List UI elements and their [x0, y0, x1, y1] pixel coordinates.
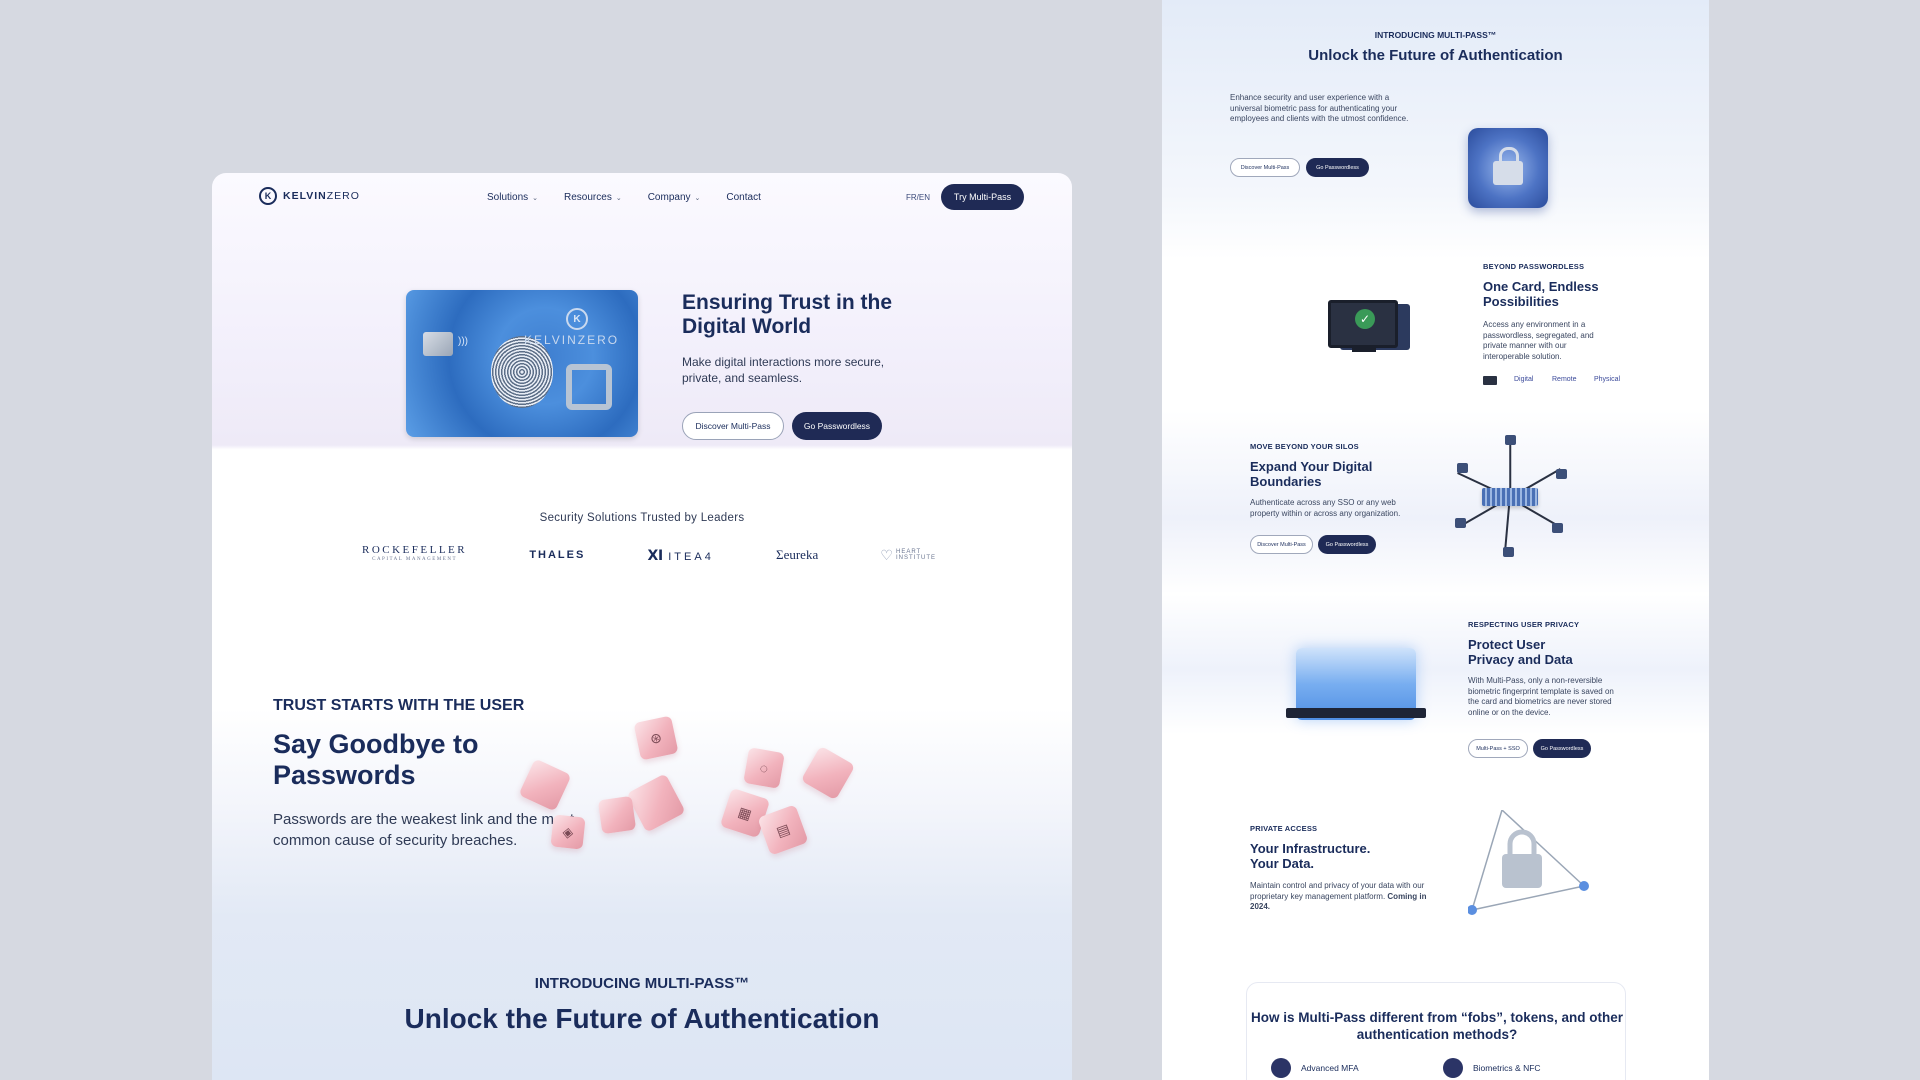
- top-nav: K KELVINZERO Solutions ⌄ Resources ⌄ Compa…: [212, 173, 1072, 223]
- faq-card: How is Multi-Pass different from “fobs”,…: [1246, 982, 1626, 1080]
- language-toggle[interactable]: FR/EN: [906, 193, 930, 202]
- go-passwordless-button[interactable]: Go Passwordless: [792, 412, 882, 440]
- cube-lock-icon: ⊛: [633, 715, 679, 761]
- rockefeller-logo: ROCKEFELLER CAPITAL MANAGEMENT: [362, 544, 468, 563]
- nav-solutions[interactable]: Solutions ⌄: [487, 192, 538, 203]
- server-node-icon: [1505, 435, 1516, 445]
- server-node-icon: [1455, 518, 1466, 528]
- s1-text: Access any environment in a passwordless…: [1483, 320, 1594, 361]
- long-page-preview: INTRODUCING MULTI-PASS™ Unlock the Futur…: [1162, 0, 1709, 1080]
- s2-kicker: MOVE BEYOND YOUR SILOS: [1250, 442, 1359, 451]
- hero-subtitle: Make digital interactions more secure, p…: [682, 355, 885, 385]
- s4-kicker: PRIVATE ACCESS: [1250, 824, 1318, 833]
- nav-links: Solutions ⌄ Resources ⌄ Company ⌄ Contact: [487, 192, 761, 203]
- card-brand: KELVINZERO: [524, 333, 620, 347]
- s3-title: Protect User Privacy and Data: [1468, 637, 1573, 667]
- faq-title: How is Multi-Pass different from “fobs”,…: [1250, 1010, 1624, 1042]
- cube-chat-icon: ◌: [743, 747, 785, 789]
- logo-light: ZERO: [326, 190, 360, 202]
- logo-bold: KELVIN: [283, 190, 327, 202]
- nav-resources[interactable]: Resources ⌄: [564, 192, 622, 203]
- server-node-icon: [1552, 523, 1563, 533]
- thales-logo: THALES: [529, 549, 586, 561]
- chevron-down-icon: ⌄: [532, 194, 539, 202]
- s4-text: Maintain control and privacy of your dat…: [1250, 881, 1427, 911]
- laptop-base: [1286, 708, 1426, 718]
- kelvinzero-logo[interactable]: K KELVINZERO: [259, 187, 360, 205]
- card-logo-icon: K: [566, 308, 588, 330]
- logo-k-icon: K: [259, 187, 277, 205]
- try-multipass-button[interactable]: Try Multi-Pass: [941, 184, 1024, 210]
- faq-item-biometrics[interactable]: Biometrics & NFC: [1443, 1058, 1541, 1078]
- s2-text: Authenticate across any SSO or any web p…: [1250, 498, 1401, 518]
- r-intro-eyebrow: INTRODUCING MULTI-PASS™: [1374, 30, 1497, 40]
- s2-passwordless-button[interactable]: Go Passwordless: [1318, 535, 1376, 554]
- s2-title: Expand Your Digital Boundaries: [1250, 459, 1373, 489]
- trust-eyebrow: TRUST STARTS WITH THE USER: [273, 697, 525, 714]
- intro-eyebrow: INTRODUCING MULTI-PASS™: [534, 975, 750, 992]
- s1-title: One Card, Endless Possibilities: [1483, 279, 1599, 309]
- hero-title: Ensuring Trust in the Digital World: [682, 291, 893, 338]
- server-node-icon: [1457, 463, 1468, 473]
- server-node-icon: [1503, 547, 1514, 557]
- s2-discover-button[interactable]: Discover Multi-Pass: [1250, 535, 1313, 554]
- nav-contact[interactable]: Contact: [726, 192, 760, 203]
- cube-shield-icon: ◈: [550, 814, 586, 850]
- passwords-title: Say Goodbye to Passwords: [273, 729, 479, 790]
- heart-institute-logo: ♡ HEART INSTITUTE: [880, 547, 936, 563]
- s3-passwordless-button[interactable]: Go Passwordless: [1533, 739, 1591, 758]
- s3-sso-button[interactable]: Multi-Pass + SSO: [1468, 739, 1528, 758]
- s4-title: Your Infrastructure. Your Data.: [1250, 841, 1371, 871]
- partner-logos: ROCKEFELLER CAPITAL MANAGEMENT THALES Ⅺ I…: [362, 544, 936, 565]
- biometrics-icon: [1443, 1058, 1463, 1078]
- option-physical[interactable]: Physical: [1594, 376, 1620, 383]
- intro-title: Unlock the Future of Authentication: [404, 1003, 880, 1034]
- card-icon: [1483, 376, 1497, 385]
- nfc-icon: ))): [458, 336, 468, 347]
- mfa-icon: [1271, 1058, 1291, 1078]
- key-triangle-icon: [1468, 810, 1589, 915]
- faq-item-mfa[interactable]: Advanced MFA: [1271, 1058, 1359, 1078]
- r-passwordless-button[interactable]: Go Passwordless: [1306, 158, 1369, 177]
- check-icon: ✓: [1355, 309, 1375, 329]
- nav-company[interactable]: Company ⌄: [648, 192, 701, 203]
- option-remote[interactable]: Remote: [1552, 376, 1577, 383]
- padlock-icon: [1468, 128, 1548, 208]
- server-node-icon: [1556, 469, 1567, 479]
- homepage-preview: K KELVINZERO Solutions ⌄ Resources ⌄ Compa…: [212, 173, 1072, 1080]
- cube-blank-icon: [800, 745, 856, 801]
- s3-kicker: RESPECTING USER PRIVACY: [1468, 620, 1580, 629]
- s3-text: With Multi-Pass, only a non-reversible b…: [1468, 676, 1614, 717]
- s1-kicker: BEYOND PASSWORDLESS: [1483, 262, 1585, 271]
- eureka-logo: Σeureka: [776, 547, 819, 562]
- network-hub-icon: [1482, 488, 1538, 506]
- chevron-down-icon: ⌄: [694, 194, 701, 202]
- option-digital[interactable]: Digital: [1514, 376, 1533, 383]
- trusted-heading: Security Solutions Trusted by Leaders: [539, 512, 745, 524]
- card-chip: [423, 332, 453, 356]
- cube-blank-icon: [597, 795, 637, 835]
- chevron-down-icon: ⌄: [615, 194, 622, 202]
- r-discover-button[interactable]: Discover Multi-Pass: [1230, 158, 1300, 177]
- r-intro-text: Enhance security and user experience wit…: [1230, 93, 1409, 123]
- multipass-card-image: ))) K KELVINZERO: [406, 290, 638, 437]
- card-sensor: [566, 364, 612, 410]
- monitor-stand: [1352, 348, 1376, 352]
- r-intro-title: Unlock the Future of Authentication: [1308, 47, 1563, 64]
- itea4-logo: Ⅺ ITEA4: [647, 546, 714, 563]
- discover-multipass-button[interactable]: Discover Multi-Pass: [682, 412, 784, 440]
